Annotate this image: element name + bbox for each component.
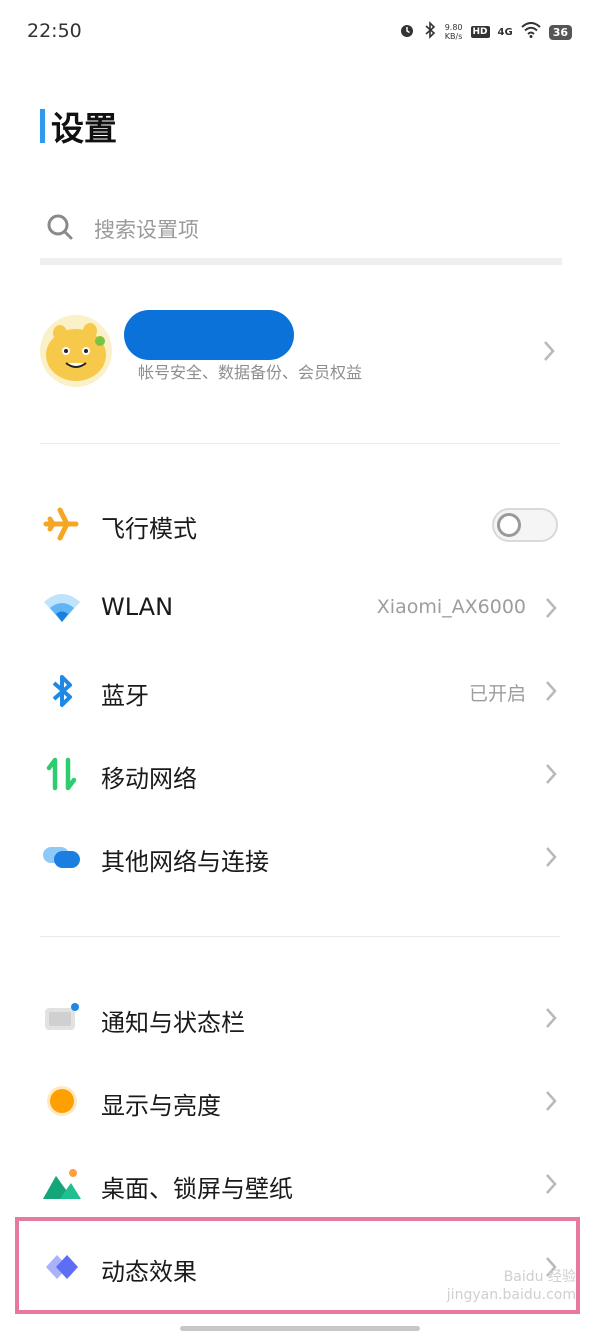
row-label: 显示与亮度 (101, 1092, 221, 1120)
battery-icon: 36 (548, 24, 572, 40)
bluetooth-icon (423, 21, 437, 43)
status-time: 22:50 (27, 20, 82, 42)
airplane-icon (40, 506, 84, 542)
chevron-right-icon (544, 762, 558, 790)
row-label: 移动网络 (101, 765, 197, 793)
row-value: 已开启 (468, 683, 526, 705)
account-subtitle: 帐号安全、数据备份、会员权益 (138, 363, 363, 382)
account-row[interactable]: 帐号安全、数据备份、会员权益 (40, 305, 562, 405)
search-placeholder: 搜索设置项 (94, 218, 199, 242)
page-header: 设置 (40, 102, 117, 150)
airplane-mode-row[interactable]: 飞行模式 (40, 486, 562, 562)
chevron-right-icon (542, 339, 556, 367)
wlan-row[interactable]: WLAN Xiaomi_AX6000 (40, 570, 562, 646)
notification-statusbar-row[interactable]: 通知与状态栏 (40, 980, 562, 1056)
avatar[interactable] (40, 315, 112, 387)
page-title: 设置 (51, 109, 117, 148)
title-accent-bar (40, 109, 45, 143)
alarm-icon (399, 22, 415, 42)
status-icons: 9.80 KB/s HD 4G 36 (399, 20, 572, 44)
chevron-right-icon (544, 1006, 558, 1034)
account-name-redacted (124, 310, 294, 360)
row-label: 其他网络与连接 (101, 848, 269, 876)
airplane-mode-toggle[interactable] (492, 508, 558, 542)
bluetooth-icon (40, 673, 84, 709)
signal-4g-icon: 4G (497, 26, 513, 38)
other-networks-row[interactable]: 其他网络与连接 (40, 819, 562, 895)
row-value: Xiaomi_AX6000 (376, 596, 526, 618)
desktop-lockscreen-wallpaper-row[interactable]: 桌面、锁屏与壁纸 (40, 1146, 562, 1222)
chevron-right-icon (544, 1089, 558, 1117)
chevron-right-icon (544, 679, 558, 707)
chevron-right-icon (544, 1172, 558, 1200)
bluetooth-row[interactable]: 蓝牙 已开启 (40, 653, 562, 729)
mobile-network-row[interactable]: 移动网络 (40, 736, 562, 812)
hd-icon: HD (470, 26, 490, 38)
search-input[interactable]: 搜索设置项 (40, 200, 562, 265)
row-label: 桌面、锁屏与壁纸 (101, 1175, 293, 1203)
row-label: 蓝牙 (101, 682, 149, 710)
section-divider (40, 936, 560, 937)
chevron-right-icon (544, 845, 558, 873)
row-label: 飞行模式 (101, 515, 197, 543)
search-icon (40, 213, 74, 245)
network-speed: 9.80 KB/s (444, 23, 463, 41)
wallpaper-icon (40, 1166, 84, 1202)
toggle-knob (497, 513, 521, 537)
row-label: 通知与状态栏 (101, 1009, 245, 1037)
mobile-network-icon (40, 756, 84, 792)
chevron-right-icon (544, 596, 558, 624)
section-divider (40, 443, 560, 444)
row-label: WLAN (101, 593, 174, 621)
wifi-icon (40, 590, 84, 626)
status-bar: 22:50 9.80 KB/s HD 4G 36 (0, 0, 600, 64)
watermark: Baidu 经验 jingyan.baidu.com (446, 1269, 576, 1303)
display-brightness-row[interactable]: 显示与亮度 (40, 1063, 562, 1139)
home-indicator[interactable] (180, 1326, 420, 1331)
wifi-icon (521, 22, 541, 42)
notification-icon (40, 1000, 84, 1036)
other-network-icon (40, 839, 84, 875)
display-brightness-icon (40, 1083, 84, 1119)
